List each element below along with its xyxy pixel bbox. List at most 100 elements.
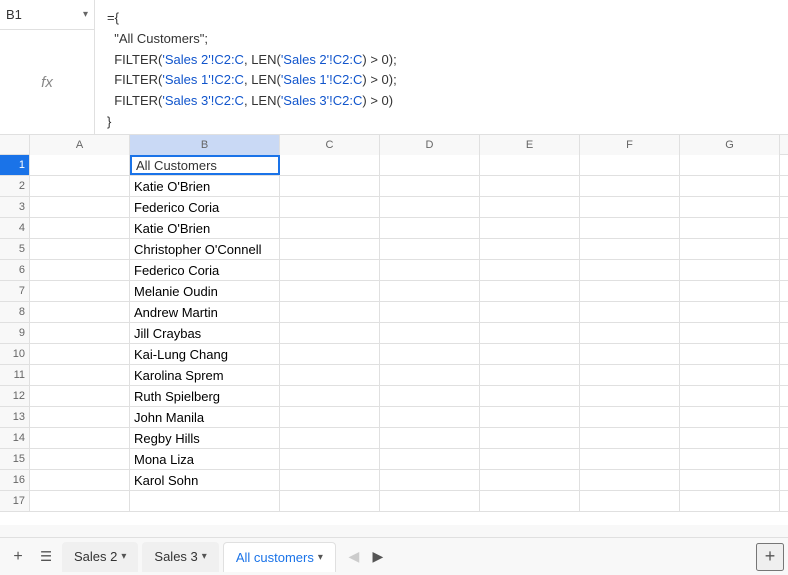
cell-f15[interactable] — [580, 449, 680, 469]
cell-b4[interactable]: Katie O'Brien — [130, 218, 280, 238]
cell-c5[interactable] — [280, 239, 380, 259]
cell-c17[interactable] — [280, 491, 380, 511]
table-row[interactable]: 6 Federico Coria — [0, 260, 788, 281]
cell-b15[interactable]: Mona Liza — [130, 449, 280, 469]
cell-c12[interactable] — [280, 386, 380, 406]
cell-b6[interactable]: Federico Coria — [130, 260, 280, 280]
cell-g3[interactable] — [680, 197, 780, 217]
cell-a11[interactable] — [30, 365, 130, 385]
cell-e6[interactable] — [480, 260, 580, 280]
cell-f1[interactable] — [580, 155, 680, 175]
cell-f14[interactable] — [580, 428, 680, 448]
cell-b14[interactable]: Regby Hills — [130, 428, 280, 448]
table-row[interactable]: 11 Karolina Sprem — [0, 365, 788, 386]
cell-d17[interactable] — [380, 491, 480, 511]
cell-g9[interactable] — [680, 323, 780, 343]
table-row[interactable]: 8 Andrew Martin — [0, 302, 788, 323]
cell-e15[interactable] — [480, 449, 580, 469]
cell-f10[interactable] — [580, 344, 680, 364]
cell-g4[interactable] — [680, 218, 780, 238]
cell-b1[interactable]: All Customers — [130, 155, 280, 175]
tab-sales-3[interactable]: Sales 3 ▾ — [142, 542, 218, 572]
cell-f4[interactable] — [580, 218, 680, 238]
cell-d12[interactable] — [380, 386, 480, 406]
horizontal-scrollbar[interactable] — [0, 525, 788, 537]
cell-e2[interactable] — [480, 176, 580, 196]
cell-d1[interactable] — [380, 155, 480, 175]
cell-e11[interactable] — [480, 365, 580, 385]
cell-c6[interactable] — [280, 260, 380, 280]
cell-a8[interactable] — [30, 302, 130, 322]
cell-f7[interactable] — [580, 281, 680, 301]
cell-g6[interactable] — [680, 260, 780, 280]
cell-b12[interactable]: Ruth Spielberg — [130, 386, 280, 406]
table-row[interactable]: 10 Kai-Lung Chang — [0, 344, 788, 365]
cell-e7[interactable] — [480, 281, 580, 301]
cell-d16[interactable] — [380, 470, 480, 490]
cell-e5[interactable] — [480, 239, 580, 259]
cell-g2[interactable] — [680, 176, 780, 196]
cell-b11[interactable]: Karolina Sprem — [130, 365, 280, 385]
cell-c15[interactable] — [280, 449, 380, 469]
cell-d3[interactable] — [380, 197, 480, 217]
cell-e17[interactable] — [480, 491, 580, 511]
cell-a14[interactable] — [30, 428, 130, 448]
cell-b16[interactable]: Karol Sohn — [130, 470, 280, 490]
cell-g7[interactable] — [680, 281, 780, 301]
cell-d2[interactable] — [380, 176, 480, 196]
table-row[interactable]: 4 Katie O'Brien — [0, 218, 788, 239]
cell-a3[interactable] — [30, 197, 130, 217]
cell-b2[interactable]: Katie O'Brien — [130, 176, 280, 196]
cell-e10[interactable] — [480, 344, 580, 364]
cell-d15[interactable] — [380, 449, 480, 469]
cell-d6[interactable] — [380, 260, 480, 280]
cell-d10[interactable] — [380, 344, 480, 364]
cell-d14[interactable] — [380, 428, 480, 448]
table-row[interactable]: 17 — [0, 491, 788, 512]
cell-e4[interactable] — [480, 218, 580, 238]
cell-b9[interactable]: Jill Craybas — [130, 323, 280, 343]
cell-reference[interactable]: B1 ▾ — [0, 0, 94, 30]
cell-g13[interactable] — [680, 407, 780, 427]
nav-arrow-right[interactable]: ▶ — [366, 545, 390, 569]
cell-e8[interactable] — [480, 302, 580, 322]
cell-c11[interactable] — [280, 365, 380, 385]
cell-g16[interactable] — [680, 470, 780, 490]
cell-g12[interactable] — [680, 386, 780, 406]
cell-g15[interactable] — [680, 449, 780, 469]
cell-f8[interactable] — [580, 302, 680, 322]
cell-d8[interactable] — [380, 302, 480, 322]
cell-c16[interactable] — [280, 470, 380, 490]
cell-a5[interactable] — [30, 239, 130, 259]
cell-c2[interactable] — [280, 176, 380, 196]
cell-c9[interactable] — [280, 323, 380, 343]
cell-c4[interactable] — [280, 218, 380, 238]
table-row[interactable]: 14 Regby Hills — [0, 428, 788, 449]
cell-e3[interactable] — [480, 197, 580, 217]
cell-d4[interactable] — [380, 218, 480, 238]
cell-a17[interactable] — [30, 491, 130, 511]
cell-f13[interactable] — [580, 407, 680, 427]
cell-b5[interactable]: Christopher O'Connell — [130, 239, 280, 259]
cell-e12[interactable] — [480, 386, 580, 406]
cell-d11[interactable] — [380, 365, 480, 385]
cell-g14[interactable] — [680, 428, 780, 448]
cell-a6[interactable] — [30, 260, 130, 280]
cell-a1[interactable] — [30, 155, 130, 175]
cell-f12[interactable] — [580, 386, 680, 406]
cell-d5[interactable] — [380, 239, 480, 259]
cell-g8[interactable] — [680, 302, 780, 322]
cell-c1[interactable] — [280, 155, 380, 175]
cell-a4[interactable] — [30, 218, 130, 238]
cell-e14[interactable] — [480, 428, 580, 448]
cell-d7[interactable] — [380, 281, 480, 301]
cell-a16[interactable] — [30, 470, 130, 490]
cell-b13[interactable]: John Manila — [130, 407, 280, 427]
cell-c14[interactable] — [280, 428, 380, 448]
table-row[interactable]: 12 Ruth Spielberg — [0, 386, 788, 407]
cell-a9[interactable] — [30, 323, 130, 343]
cell-a15[interactable] — [30, 449, 130, 469]
cell-c7[interactable] — [280, 281, 380, 301]
table-row[interactable]: 16 Karol Sohn — [0, 470, 788, 491]
table-row[interactable]: 13 John Manila — [0, 407, 788, 428]
